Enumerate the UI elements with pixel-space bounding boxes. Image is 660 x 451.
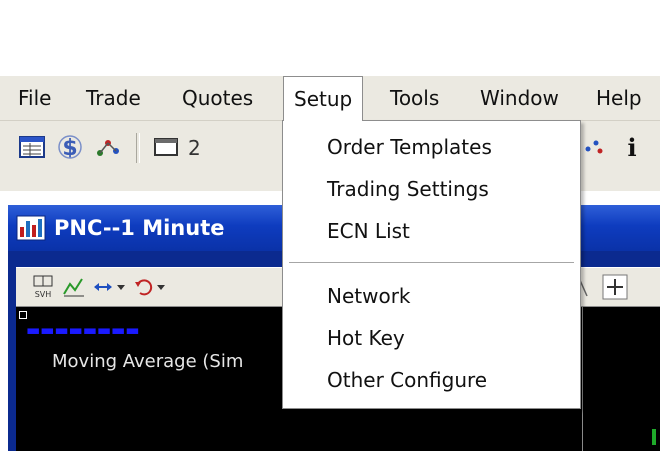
fork-icon[interactable] — [580, 133, 608, 161]
svg-text:i: i — [627, 133, 636, 161]
line-chart-icon[interactable] — [62, 274, 86, 300]
dropdown-arrow-icon[interactable] — [156, 274, 166, 300]
toolbar-separator — [136, 133, 140, 163]
moving-average-label: Moving Average (Sim — [52, 351, 244, 372]
menu-file[interactable]: File — [8, 76, 61, 120]
info-icon[interactable]: i — [618, 133, 646, 161]
grid-window-icon[interactable] — [18, 133, 46, 161]
dollar-icon[interactable]: $ — [56, 133, 84, 161]
menu-item-hot-key[interactable]: Hot Key — [283, 318, 580, 358]
price-tick — [652, 429, 656, 445]
setup-menu-dropdown: Order Templates Trading Settings ECN Lis… — [282, 120, 581, 409]
menu-item-ecn-list[interactable]: ECN List — [283, 211, 580, 251]
network-icon[interactable] — [94, 133, 122, 161]
plot-marker — [19, 311, 27, 319]
undo-icon[interactable] — [132, 274, 154, 300]
chart-window-title: PNC--1 Minute — [54, 216, 225, 240]
menu-trade[interactable]: Trade — [76, 76, 151, 120]
arrows-horizontal-icon[interactable] — [92, 274, 114, 300]
svh-icon[interactable]: SVH — [32, 274, 54, 300]
menu-setup[interactable]: Setup — [283, 76, 364, 121]
svg-text:SVH: SVH — [35, 290, 52, 299]
price-volume-label: ▬▬▬▬▬▬▬▬ — [26, 321, 140, 339]
partial-icon[interactable]: 2 — [186, 133, 200, 161]
menu-item-network[interactable]: Network — [283, 276, 580, 316]
plot-divider — [582, 307, 583, 451]
menu-item-other-configure[interactable]: Other Configure — [283, 360, 580, 400]
chart-window-icon — [16, 215, 46, 241]
menu-item-order-templates[interactable]: Order Templates — [283, 127, 580, 167]
menu-item-trading-settings[interactable]: Trading Settings — [283, 169, 580, 209]
svg-text:2: 2 — [188, 136, 200, 160]
window-icon[interactable] — [152, 133, 180, 161]
menu-separator — [289, 262, 574, 263]
menu-tools[interactable]: Tools — [380, 76, 449, 120]
menu-window[interactable]: Window — [470, 76, 569, 120]
plus-icon[interactable] — [602, 274, 628, 300]
menu-bar: File Trade Quotes Setup Tools Window Hel… — [0, 76, 660, 121]
dropdown-arrow-icon[interactable] — [116, 274, 126, 300]
menu-quotes[interactable]: Quotes — [172, 76, 263, 120]
menu-help[interactable]: Help — [586, 76, 652, 120]
